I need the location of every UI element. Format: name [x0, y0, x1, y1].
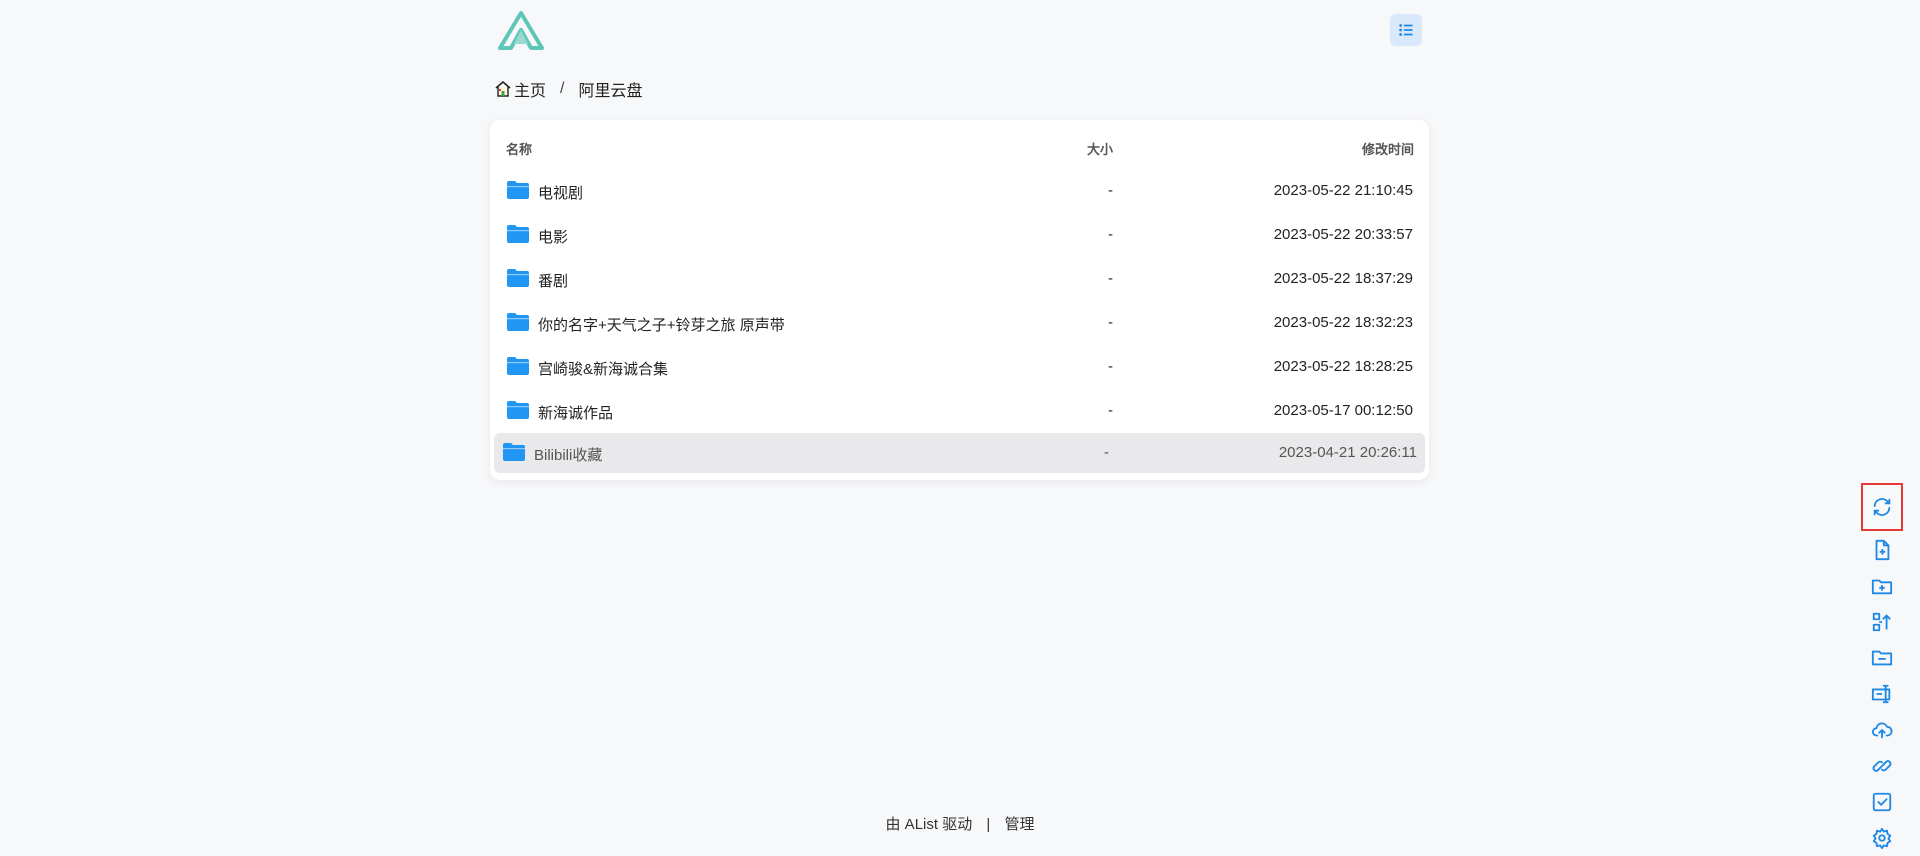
list-view-toggle-button[interactable]	[1390, 14, 1422, 46]
file-size: -	[1108, 314, 1113, 331]
upload-icon	[1871, 722, 1893, 739]
column-header-modified[interactable]: 修改时间	[1362, 139, 1414, 158]
batch-rename-button[interactable]	[1862, 676, 1902, 712]
file-modified: 2023-05-22 21:10:45	[1273, 182, 1413, 199]
file-size: -	[1108, 402, 1113, 419]
file-row[interactable]: 电视剧 - 2023-05-22 21:10:45	[494, 171, 1425, 211]
file-size: -	[1108, 182, 1113, 199]
file-name: 新海诚作品	[538, 405, 614, 422]
folder-icon	[507, 313, 529, 331]
new-file-icon	[1875, 539, 1890, 561]
file-list-header: 名称 大小 修改时间	[490, 120, 1429, 174]
folder-icon	[507, 181, 529, 199]
folder-icon	[503, 443, 525, 461]
file-modified: 2023-04-21 20:26:11	[1278, 444, 1417, 461]
file-row[interactable]: 新海诚作品 - 2023-05-17 00:12:50	[494, 391, 1425, 431]
new-file-button[interactable]	[1862, 532, 1902, 568]
new-folder-icon	[1871, 579, 1893, 595]
footer-separator: |	[986, 816, 991, 833]
file-name: Bilibili收藏	[534, 447, 603, 464]
file-row[interactable]: 宫崎骏&新海诚合集 - 2023-05-22 18:28:25	[494, 347, 1425, 387]
file-size: -	[1104, 444, 1109, 461]
select-button[interactable]	[1862, 784, 1902, 820]
folder-icon	[507, 357, 529, 375]
refresh-icon	[1873, 498, 1891, 516]
recursive-move-button[interactable]	[1862, 604, 1902, 640]
new-folder-button[interactable]	[1862, 568, 1902, 604]
recursive-move-icon	[1872, 612, 1891, 632]
settings-icon	[1872, 827, 1892, 849]
breadcrumb-separator: /	[560, 80, 565, 97]
remove-empty-folder-button[interactable]	[1862, 640, 1902, 676]
file-modified: 2023-05-17 00:12:50	[1273, 402, 1413, 419]
file-size: -	[1108, 358, 1113, 375]
offline-download-icon	[1872, 760, 1892, 772]
file-name: 电视剧	[538, 185, 584, 202]
breadcrumb-home[interactable]: 主页	[494, 77, 546, 101]
footer: 由 AList 驱动 | 管理	[0, 813, 1920, 834]
file-size: -	[1108, 270, 1113, 287]
column-header-name[interactable]: 名称	[506, 139, 532, 158]
breadcrumb-current[interactable]: 阿里云盘	[578, 77, 642, 101]
file-name: 你的名字+天气之子+铃芽之旅 原声带	[538, 317, 785, 334]
remove-empty-folder-icon	[1871, 650, 1893, 666]
folder-icon	[507, 225, 529, 243]
alist-logo[interactable]	[497, 10, 545, 52]
home-icon	[495, 81, 511, 97]
footer-manage-link[interactable]: 管理	[1004, 816, 1034, 833]
file-name: 番剧	[538, 273, 569, 290]
footer-powered-by-link[interactable]: 由 AList 驱动	[886, 816, 973, 833]
file-modified: 2023-05-22 18:28:25	[1273, 358, 1413, 375]
column-header-size[interactable]: 大小	[1087, 139, 1113, 158]
file-modified: 2023-05-22 20:33:57	[1273, 226, 1413, 243]
select-icon	[1872, 792, 1892, 812]
breadcrumb-home-label: 主页	[514, 83, 547, 100]
file-modified: 2023-05-22 18:32:23	[1273, 314, 1413, 331]
file-size: -	[1108, 226, 1113, 243]
file-row[interactable]: 你的名字+天气之子+铃芽之旅 原声带 - 2023-05-22 18:32:23	[494, 303, 1425, 343]
refresh-button[interactable]	[1861, 483, 1903, 531]
offline-download-button[interactable]	[1862, 748, 1902, 784]
upload-button[interactable]	[1862, 712, 1902, 748]
folder-icon	[507, 269, 529, 287]
folder-icon	[507, 401, 529, 419]
file-row[interactable]: 电影 - 2023-05-22 20:33:57	[494, 215, 1425, 255]
breadcrumb: 主页 / 阿里云盘	[494, 77, 642, 101]
file-modified: 2023-05-22 18:37:29	[1273, 270, 1413, 287]
file-list: 名称 大小 修改时间 电视剧 - 2023-05-22 21:10:45 电影 …	[490, 120, 1429, 480]
batch-rename-icon	[1871, 684, 1891, 704]
file-name: 电影	[538, 229, 569, 246]
file-name: 宫崎骏&新海诚合集	[538, 361, 669, 378]
list-icon	[1399, 24, 1413, 36]
settings-button[interactable]	[1862, 820, 1902, 856]
file-row[interactable]: 番剧 - 2023-05-22 18:37:29	[494, 259, 1425, 299]
file-row[interactable]: Bilibili收藏 - 2023-04-21 20:26:11	[494, 433, 1425, 473]
